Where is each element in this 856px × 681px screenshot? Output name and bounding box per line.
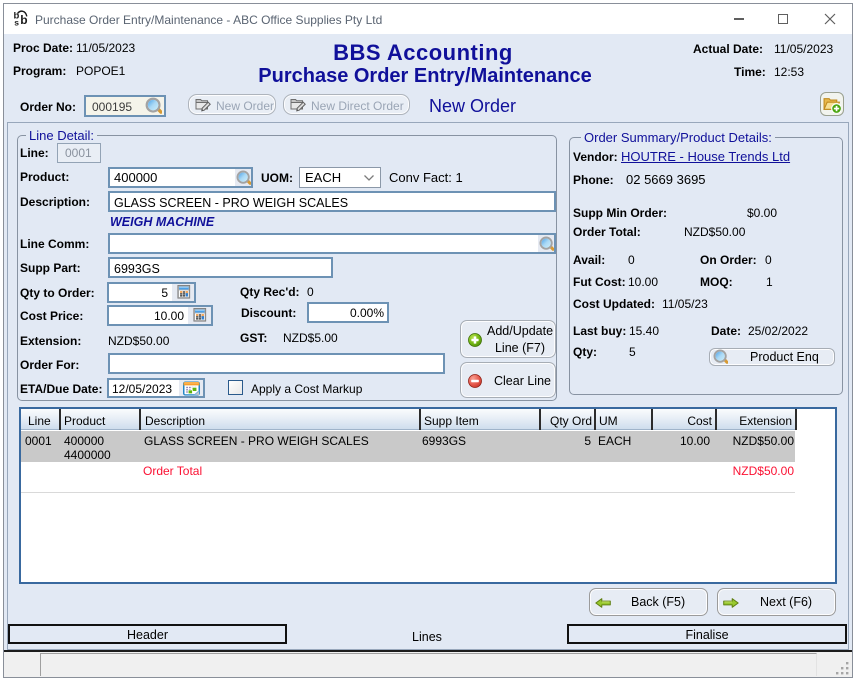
svg-text:s: s	[14, 18, 19, 28]
svg-text:b: b	[20, 13, 27, 27]
